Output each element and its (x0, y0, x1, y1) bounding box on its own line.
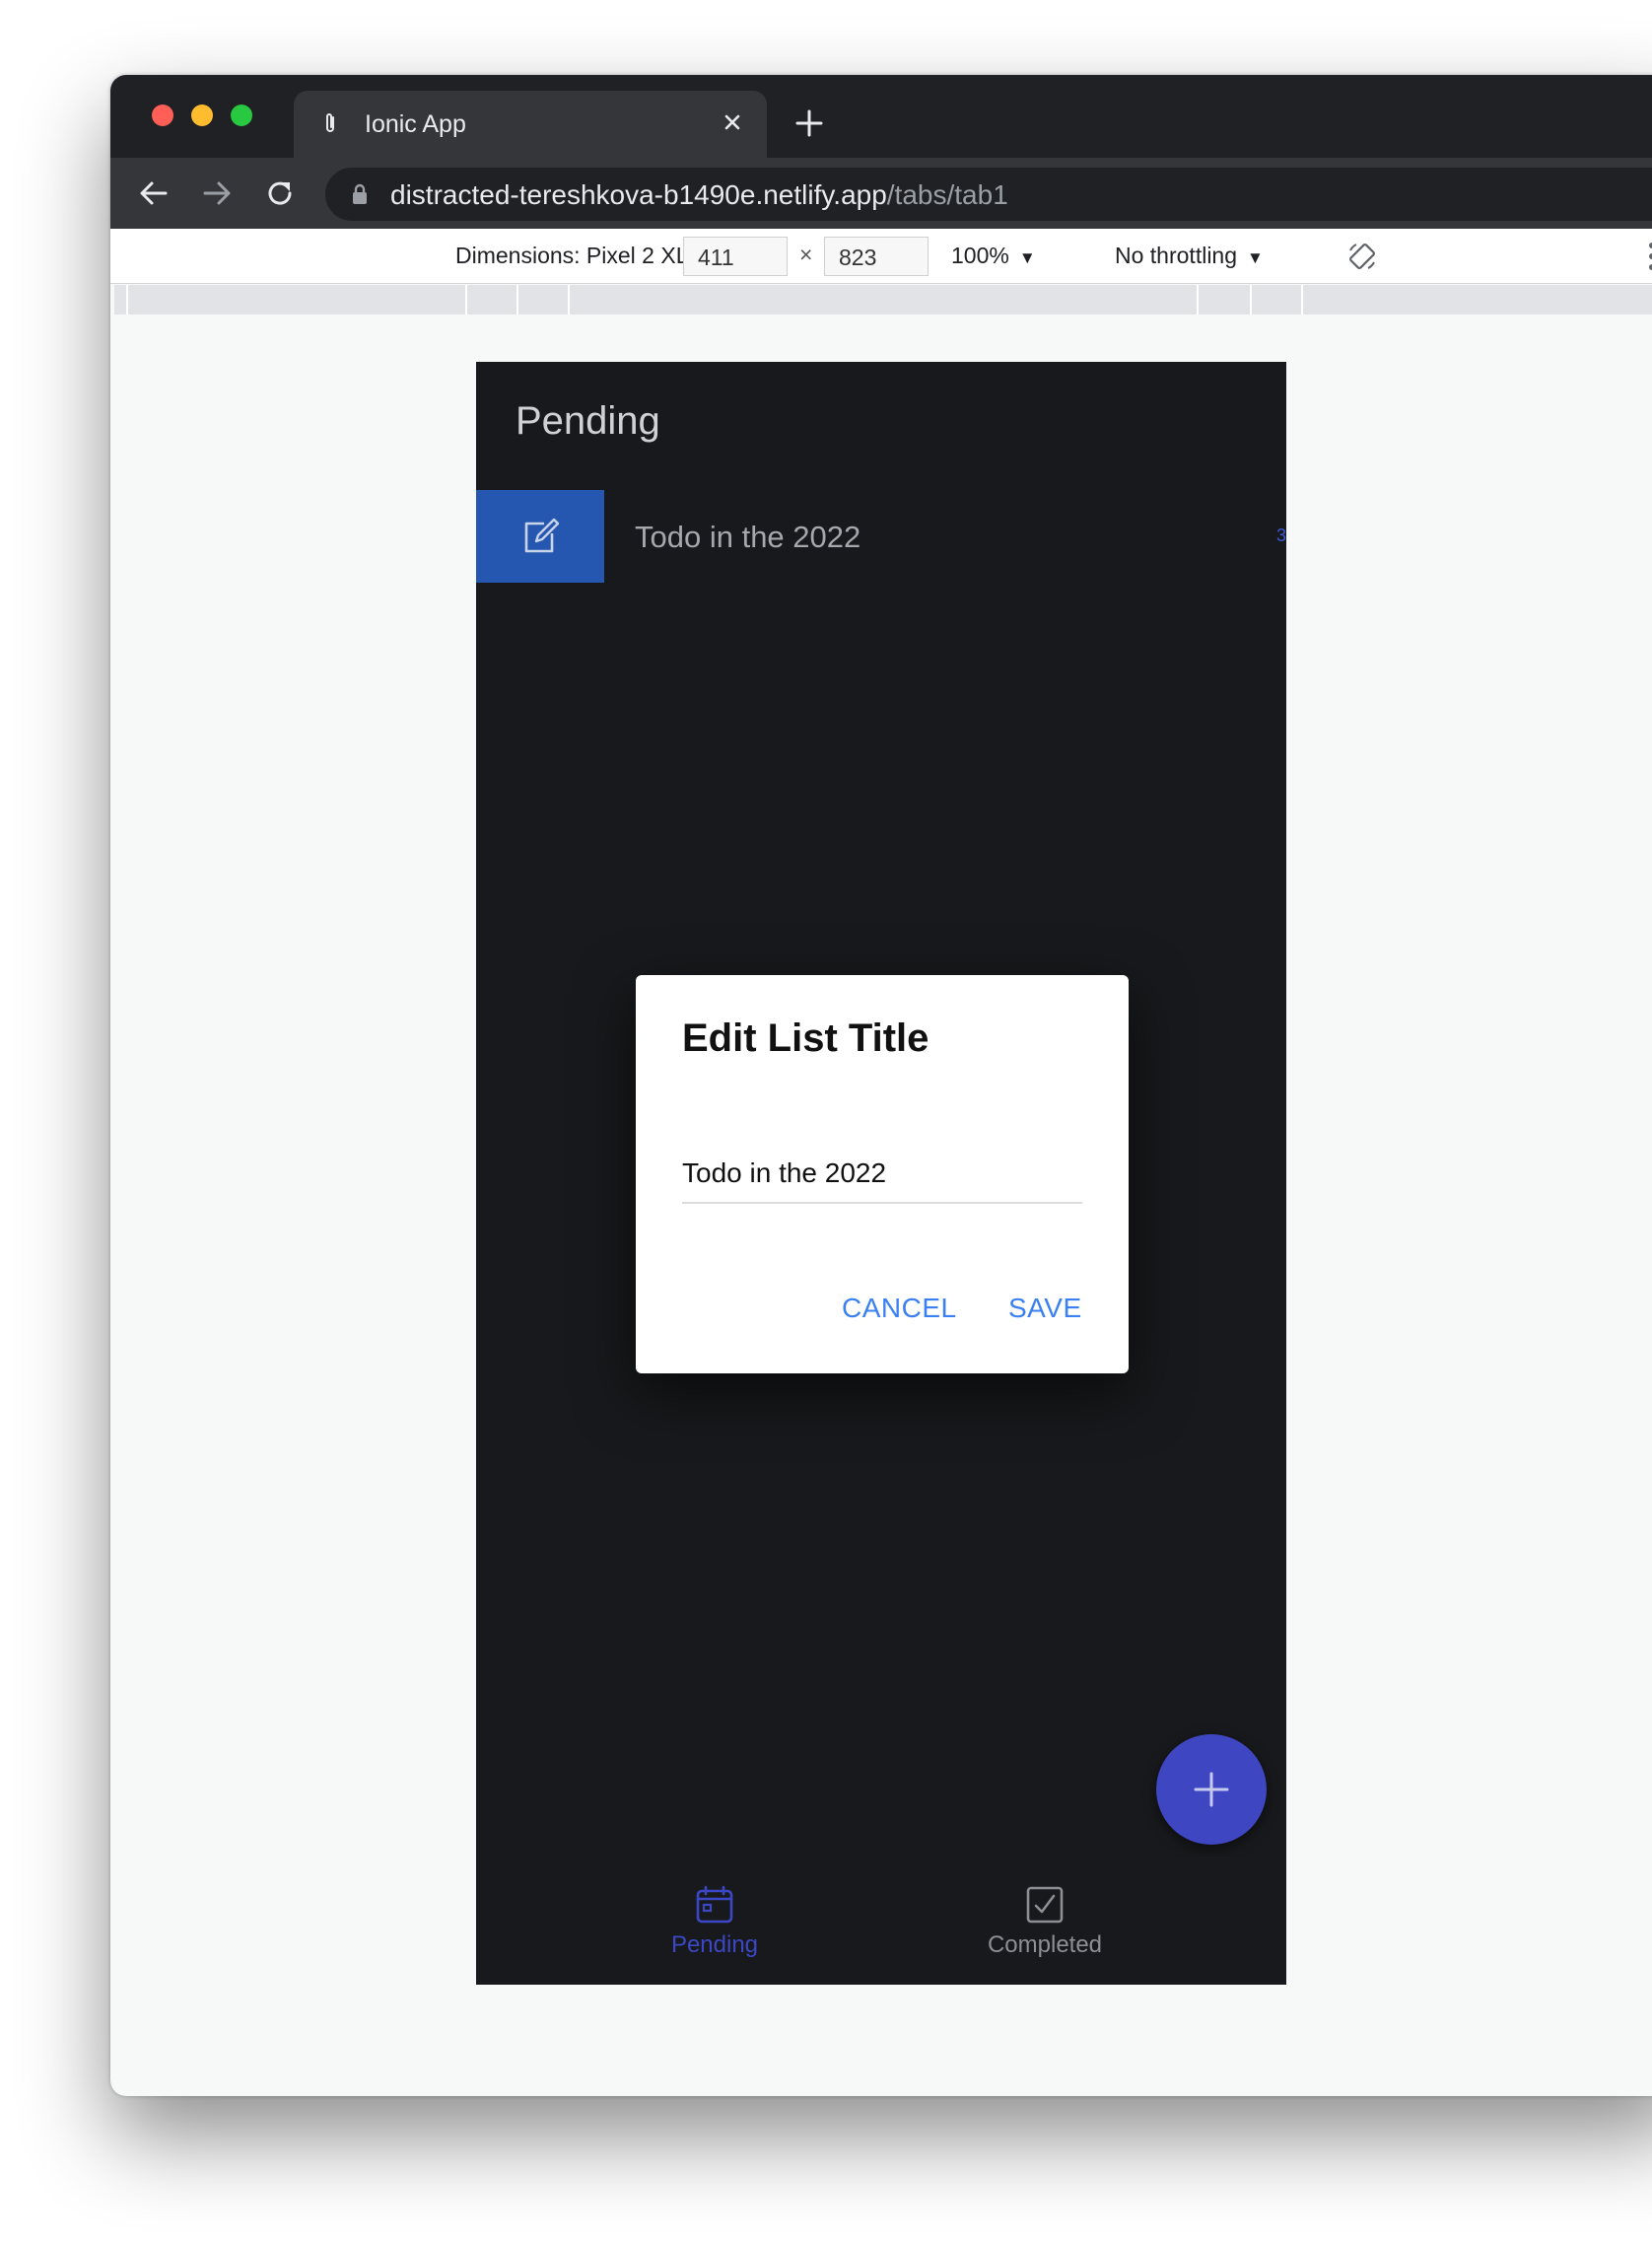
ruler-tick (465, 285, 467, 315)
add-icon (1194, 1772, 1229, 1807)
calendar-icon (696, 1885, 733, 1924)
page-title: Pending (516, 399, 660, 443)
device-width-input[interactable]: 411 (683, 237, 788, 276)
list-item[interactable]: Todo in the 2022 3 (476, 490, 1286, 583)
cancel-button[interactable]: CANCEL (842, 1293, 957, 1324)
url-text: distracted-tereshkova-b1490e.netlify.app… (390, 179, 1008, 211)
ruler-tick (126, 285, 128, 315)
media-query-ruler (114, 285, 1652, 315)
list-item-count: 3 (1275, 525, 1286, 545)
tab-pending[interactable]: Pending (616, 1884, 813, 1973)
throttling-value: No throttling (1115, 243, 1238, 268)
plus-icon[interactable] (792, 106, 826, 140)
ruler-tick (1250, 285, 1252, 315)
ruler-tick (1301, 285, 1303, 315)
device-height-input[interactable]: 823 (824, 237, 929, 276)
edit-option-button[interactable] (476, 490, 604, 583)
device-toolbar: Dimensions: Pixel 2 XL▼ 411 × 823 100%▼ … (110, 229, 1652, 284)
list-item-label: Todo in the 2022 (635, 520, 861, 554)
close-icon[interactable] (718, 107, 747, 137)
more-vert-icon[interactable] (1648, 241, 1652, 272)
zoom-value: 100% (951, 243, 1009, 268)
paperclip-icon (326, 113, 334, 132)
url-host: distracted-tereshkova-b1490e.netlify.app (390, 179, 887, 210)
dialog-title: Edit List Title (682, 1016, 929, 1060)
zoom-window-button[interactable] (231, 105, 252, 126)
tab-pending-label: Pending (670, 1931, 759, 1958)
dimension-separator: × (799, 242, 813, 267)
checkbox-icon (1026, 1886, 1064, 1924)
device-dimensions-label: Dimensions: Pixel 2 XL (455, 243, 689, 268)
address-bar[interactable]: distracted-tereshkova-b1490e.netlify.app… (325, 168, 1652, 221)
device-viewport: Pending Todo in the 2022 3 Pending Compl… (476, 362, 1286, 1985)
edit-title-dialog: Edit List Title CANCEL SAVE (636, 975, 1129, 1373)
tab-strip: Ionic App (110, 75, 1652, 158)
tab-completed-label: Completed (987, 1931, 1103, 1958)
device-dimensions-select[interactable]: Dimensions: Pixel 2 XL▼ (455, 243, 715, 269)
ruler-tick (516, 285, 518, 315)
browser-toolbar: distracted-tereshkova-b1490e.netlify.app… (110, 158, 1652, 229)
save-button[interactable]: SAVE (1008, 1293, 1082, 1324)
browser-window: Ionic App distracted-tereshkova-b1490e.n… (110, 75, 1652, 2096)
reload-icon[interactable] (262, 175, 298, 211)
edit-icon (524, 518, 560, 553)
tab-completed[interactable]: Completed (946, 1884, 1143, 1973)
close-window-button[interactable] (152, 105, 173, 126)
lock-icon (353, 183, 367, 204)
add-list-button[interactable] (1156, 1734, 1267, 1845)
ruler-tick (1197, 285, 1199, 315)
throttling-select[interactable]: No throttling ▼ (1115, 243, 1264, 269)
forward-arrow-icon[interactable] (199, 175, 235, 211)
chevron-down-icon: ▼ (1018, 248, 1036, 267)
list-title-input[interactable] (682, 1153, 1082, 1204)
rotate-icon[interactable] (1346, 241, 1378, 272)
tab-title: Ionic App (365, 110, 466, 138)
back-arrow-icon[interactable] (136, 175, 172, 211)
zoom-select[interactable]: 100% ▼ (951, 243, 1036, 269)
tab-bar: Pending Completed (476, 1857, 1286, 1985)
chevron-down-icon: ▼ (1247, 248, 1264, 267)
url-path: /tabs/tab1 (886, 179, 1008, 210)
minimize-window-button[interactable] (191, 105, 213, 126)
ruler-tick (568, 285, 570, 315)
browser-tab[interactable]: Ionic App (294, 91, 767, 158)
